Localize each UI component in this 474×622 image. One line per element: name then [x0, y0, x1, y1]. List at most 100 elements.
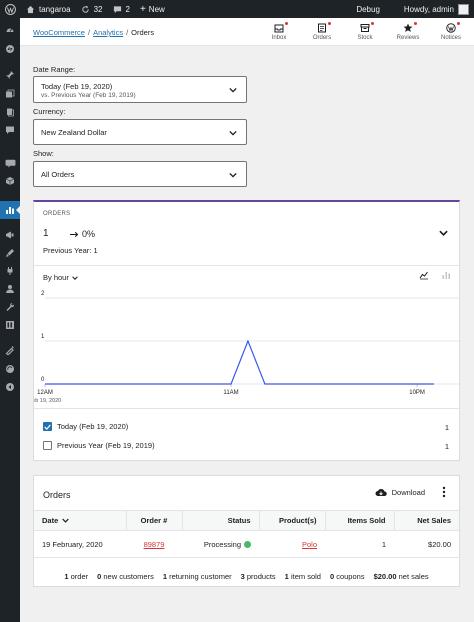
- x-tick-label: 11AM: [223, 390, 238, 396]
- breadcrumb-analytics-link[interactable]: Analytics: [93, 28, 123, 37]
- inbox-icon: [274, 24, 284, 32]
- new-content-link[interactable]: + New: [135, 0, 170, 18]
- woocommerce-header: WooCommerce / Analytics / Orders Inbox Order…: [20, 18, 474, 46]
- activity-inbox[interactable]: Inbox: [259, 18, 299, 46]
- admin-bar: tangaroa 32 2 + New Debug Howdy, admin: [0, 0, 474, 18]
- date-range-picker[interactable]: Today (Feb 19, 2020) vs. Previous Year (…: [33, 76, 247, 103]
- menu-settings-icon[interactable]: [0, 316, 20, 334]
- chevron-down-icon: [229, 130, 237, 136]
- plus-icon: +: [139, 3, 146, 15]
- orders-icon: [318, 23, 326, 33]
- activity-stock[interactable]: Stock: [345, 18, 385, 46]
- breadcrumb-woocommerce-link[interactable]: WooCommerce: [33, 28, 85, 37]
- cell-status: Processing: [182, 530, 259, 558]
- divider: [34, 408, 459, 409]
- cell-order-number: 89879: [126, 530, 182, 558]
- menu-comments-icon[interactable]: [0, 121, 20, 139]
- bar-chart-icon[interactable]: [441, 270, 451, 280]
- howdy-label: Howdy, admin: [403, 4, 454, 14]
- summary-delta-value: 0%: [82, 229, 96, 239]
- activity-reviews[interactable]: Reviews: [388, 18, 428, 46]
- summary-orders: 1 order: [64, 571, 89, 581]
- arrow-right-icon: [70, 231, 79, 237]
- comment-icon: [113, 5, 121, 13]
- menu-users-icon[interactable]: [0, 280, 20, 298]
- menu-posts-icon[interactable]: [0, 66, 20, 84]
- menu-pages-icon[interactable]: [0, 103, 20, 121]
- updates-link[interactable]: 32: [76, 0, 108, 18]
- more-options-icon[interactable]: [442, 486, 446, 498]
- menu-plugins-icon[interactable]: [0, 262, 20, 280]
- chevron-down-icon: [229, 87, 237, 93]
- debug-link[interactable]: Debug: [351, 0, 385, 18]
- summary-delta: 0%: [70, 229, 95, 239]
- site-name-link[interactable]: tangaroa: [21, 0, 76, 18]
- my-account-link[interactable]: Howdy, admin: [399, 0, 474, 18]
- divider: [34, 265, 459, 266]
- line-chart-icon[interactable]: [419, 270, 429, 280]
- menu-extension-icon[interactable]: [0, 360, 20, 378]
- status-indicator: [244, 540, 251, 548]
- column-header-items-sold[interactable]: Items Sold: [325, 510, 395, 531]
- legend-today[interactable]: Today (Feb 19, 2020): [43, 422, 128, 431]
- order-link[interactable]: 89879: [144, 540, 165, 549]
- debug-label: Debug: [356, 4, 380, 14]
- menu-tools-icon[interactable]: [0, 298, 20, 316]
- interval-select[interactable]: By hour: [43, 273, 78, 282]
- admin-menu: [0, 18, 20, 622]
- show-select[interactable]: All Orders: [33, 161, 247, 187]
- summary-net-sales: $20.00 net sales: [373, 571, 429, 581]
- menu-collapse-icon[interactable]: [0, 378, 20, 396]
- avatar: [458, 3, 469, 15]
- breadcrumb-current: Orders: [131, 28, 155, 37]
- comments-link[interactable]: 2: [108, 0, 135, 18]
- cloud-download-icon: [375, 489, 387, 496]
- menu-woocommerce-icon[interactable]: [0, 154, 20, 172]
- menu-jetpack-icon[interactable]: [0, 40, 20, 58]
- orders-table-card: Orders Download Date Order # Status Prod…: [33, 475, 460, 587]
- activity-notices[interactable]: Notices: [431, 18, 471, 46]
- new-label: New: [148, 4, 165, 14]
- menu-marketing-icon[interactable]: [0, 226, 20, 244]
- status-text: Processing: [203, 539, 241, 549]
- menu-products-icon[interactable]: [0, 172, 20, 190]
- legend-label: Previous Year (Feb 19, 2019): [57, 441, 155, 450]
- column-header-date[interactable]: Date: [34, 510, 127, 531]
- interval-value: By hour: [43, 273, 69, 282]
- menu-analytics-icon[interactable]: [0, 201, 20, 219]
- column-header-status: Status: [182, 510, 260, 531]
- wordpress-logo-icon[interactable]: [0, 0, 21, 18]
- series-line: [45, 339, 434, 385]
- menu-snippets-icon[interactable]: [0, 341, 20, 359]
- download-label: Download: [391, 488, 425, 497]
- summary-products: 3 products: [240, 571, 276, 581]
- currency-label: Currency:: [33, 107, 66, 116]
- y-tick-label: 2: [41, 291, 45, 297]
- column-header-order[interactable]: Order #: [126, 510, 183, 531]
- legend-checkbox[interactable]: [43, 422, 52, 431]
- column-header-net-sales[interactable]: Net Sales: [394, 510, 459, 531]
- product-link[interactable]: Polo: [302, 540, 317, 549]
- activity-notices-label: Notices: [440, 35, 461, 41]
- menu-appearance-icon[interactable]: [0, 244, 20, 262]
- activity-stock-label: Stock: [357, 35, 373, 41]
- chevron-down-icon: [229, 172, 237, 178]
- cell-date: 19 February, 2020: [34, 530, 126, 558]
- menu-dashboard-icon[interactable]: [0, 21, 20, 39]
- legend-previous-year[interactable]: Previous Year (Feb 19, 2019): [43, 441, 155, 450]
- activity-orders[interactable]: Orders: [302, 18, 342, 46]
- legend-checkbox[interactable]: [43, 441, 52, 450]
- x-tick-label: 10PM: [409, 390, 425, 396]
- checkmark-icon: [44, 423, 51, 430]
- legend-count: 1: [444, 442, 449, 451]
- show-label: Show:: [33, 149, 54, 158]
- summary-new-customers: 0 new customers: [97, 571, 154, 581]
- download-button[interactable]: Download: [375, 488, 425, 497]
- site-name: tangaroa: [39, 4, 71, 14]
- updates-icon: [81, 5, 89, 13]
- column-header-products: Product(s): [259, 510, 326, 531]
- summary-coupons: 0 coupons: [329, 571, 365, 581]
- menu-media-icon[interactable]: [0, 85, 20, 103]
- chevron-down-icon[interactable]: [439, 230, 448, 236]
- currency-select[interactable]: New Zealand Dollar: [33, 119, 247, 145]
